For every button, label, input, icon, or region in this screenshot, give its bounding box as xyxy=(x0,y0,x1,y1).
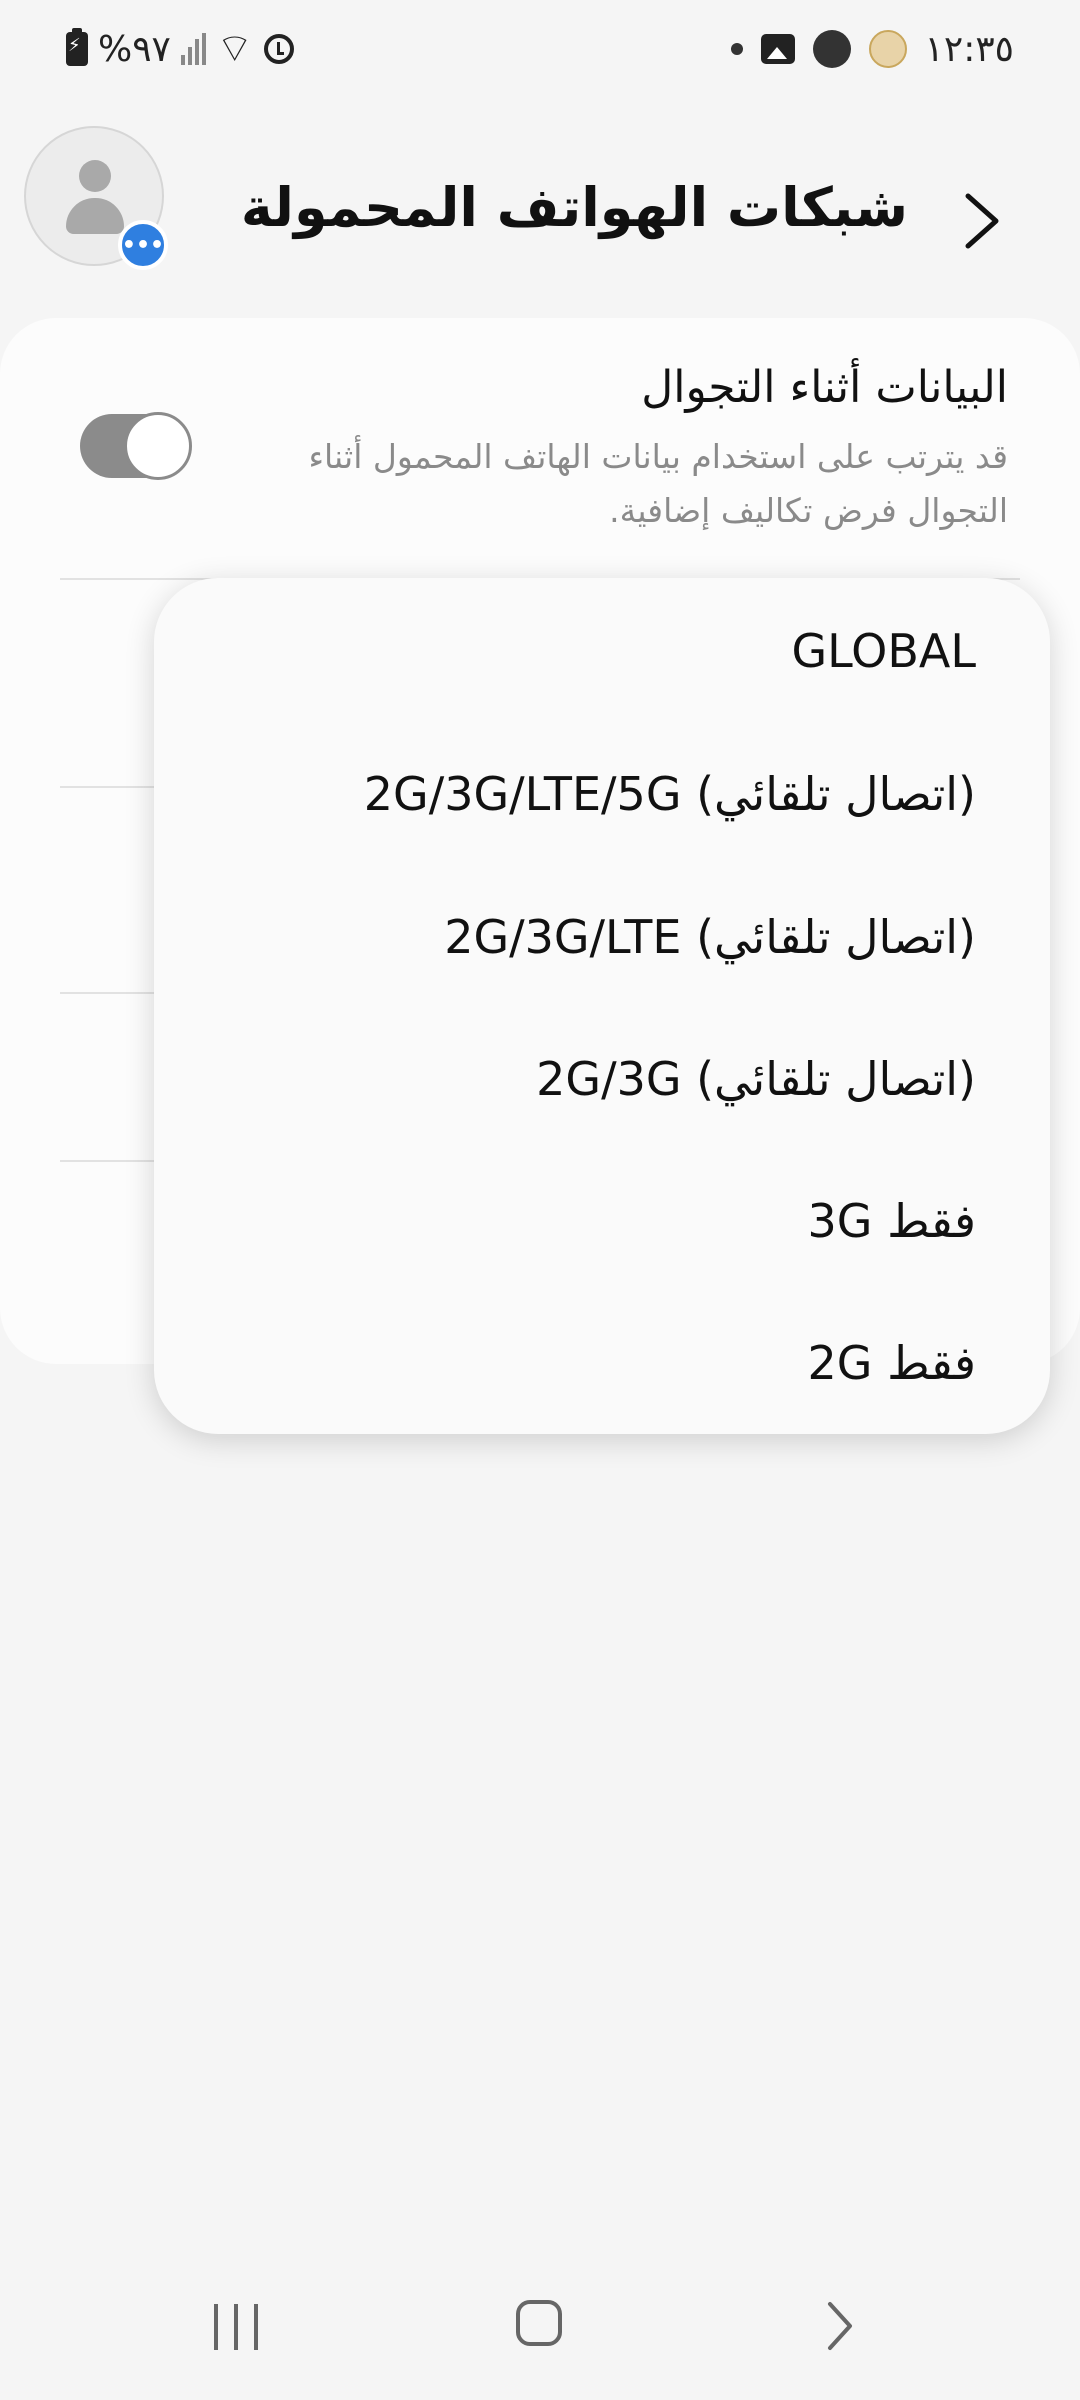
chat-bubble-icon[interactable]: ••• xyxy=(118,220,168,270)
toggle-knob xyxy=(124,412,192,480)
back-icon[interactable] xyxy=(820,2298,860,2354)
menu-option-global[interactable]: GLOBAL xyxy=(792,624,977,678)
status-left: %٩٧ ⌔ xyxy=(66,24,294,74)
menu-option-2g-3g[interactable]: 2G/3G (اتصال تلقائي) xyxy=(536,1052,976,1106)
wifi-icon: ⌔ xyxy=(215,26,254,72)
status-right: ١٢:٣٥ xyxy=(730,24,1014,74)
signal-icon xyxy=(180,33,206,65)
navigation-bar xyxy=(0,2270,1080,2380)
alarm-icon xyxy=(263,34,294,64)
gallery-icon xyxy=(760,34,795,64)
status-bar: %٩٧ ⌔ ١٢:٣٥ xyxy=(0,0,1080,96)
menu-option-2g-3g-lte[interactable]: 2G/3G/LTE (اتصال تلقائي) xyxy=(444,910,976,964)
menu-option-3g-only[interactable]: 3G فقط xyxy=(808,1194,976,1248)
page-title: شبكات الهواتف المحمولة xyxy=(240,176,908,239)
chevron-right-icon[interactable] xyxy=(952,186,1012,256)
roaming-description: قد يترتب على استخدام بيانات الهاتف المحم… xyxy=(308,437,1008,530)
notification-dot-icon xyxy=(730,43,743,55)
screen: %٩٧ ⌔ ١٢:٣٥ ••• شبكات الهواتف المحمولة ا… xyxy=(0,0,1080,2400)
network-mode-menu: GLOBAL 2G/3G/LTE/5G (اتصال تلقائي) 2G/3G… xyxy=(154,578,1050,1434)
home-icon[interactable] xyxy=(516,2300,562,2346)
app-badge-icon xyxy=(868,30,907,68)
menu-option-2g-only[interactable]: 2G فقط xyxy=(808,1336,976,1390)
menu-option-2g-3g-lte-5g[interactable]: 2G/3G/LTE/5G (اتصال تلقائي) xyxy=(364,767,976,821)
recent-apps-icon[interactable] xyxy=(214,2304,258,2350)
app-notification-icon xyxy=(812,30,851,68)
clock: ١٢:٣٥ xyxy=(924,28,1014,70)
roaming-title: البيانات أثناء التجوال xyxy=(641,362,1008,413)
battery-percent: %٩٧ xyxy=(98,28,171,70)
roaming-toggle[interactable] xyxy=(80,412,192,480)
battery-charging-icon xyxy=(66,28,88,66)
